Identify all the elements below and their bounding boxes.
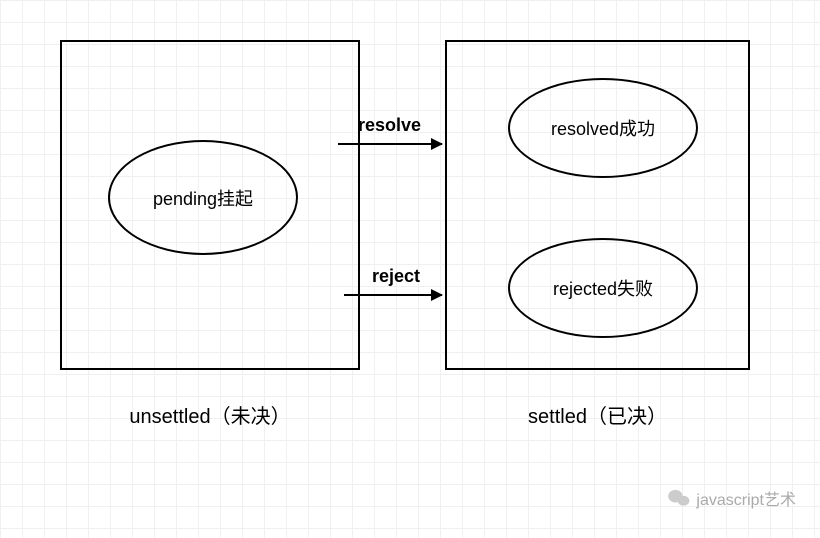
resolved-state: resolved成功	[508, 78, 698, 178]
pending-state: pending挂起	[108, 140, 298, 255]
unsettled-caption: unsettled（未决）	[60, 400, 360, 429]
resolve-arrow-label: resolve	[358, 115, 421, 136]
watermark-text: javascript艺术	[696, 486, 796, 510]
reject-arrow: reject	[344, 294, 442, 296]
resolved-label: resolved成功	[551, 115, 655, 141]
pending-label: pending挂起	[153, 185, 253, 211]
resolve-arrow: resolve	[338, 143, 442, 145]
reject-arrow-label: reject	[372, 266, 420, 287]
rejected-label: rejected失败	[553, 275, 653, 301]
rejected-state: rejected失败	[508, 238, 698, 338]
watermark: javascript艺术	[668, 486, 796, 510]
settled-caption: settled（已决）	[445, 400, 750, 429]
wechat-icon	[668, 489, 690, 507]
